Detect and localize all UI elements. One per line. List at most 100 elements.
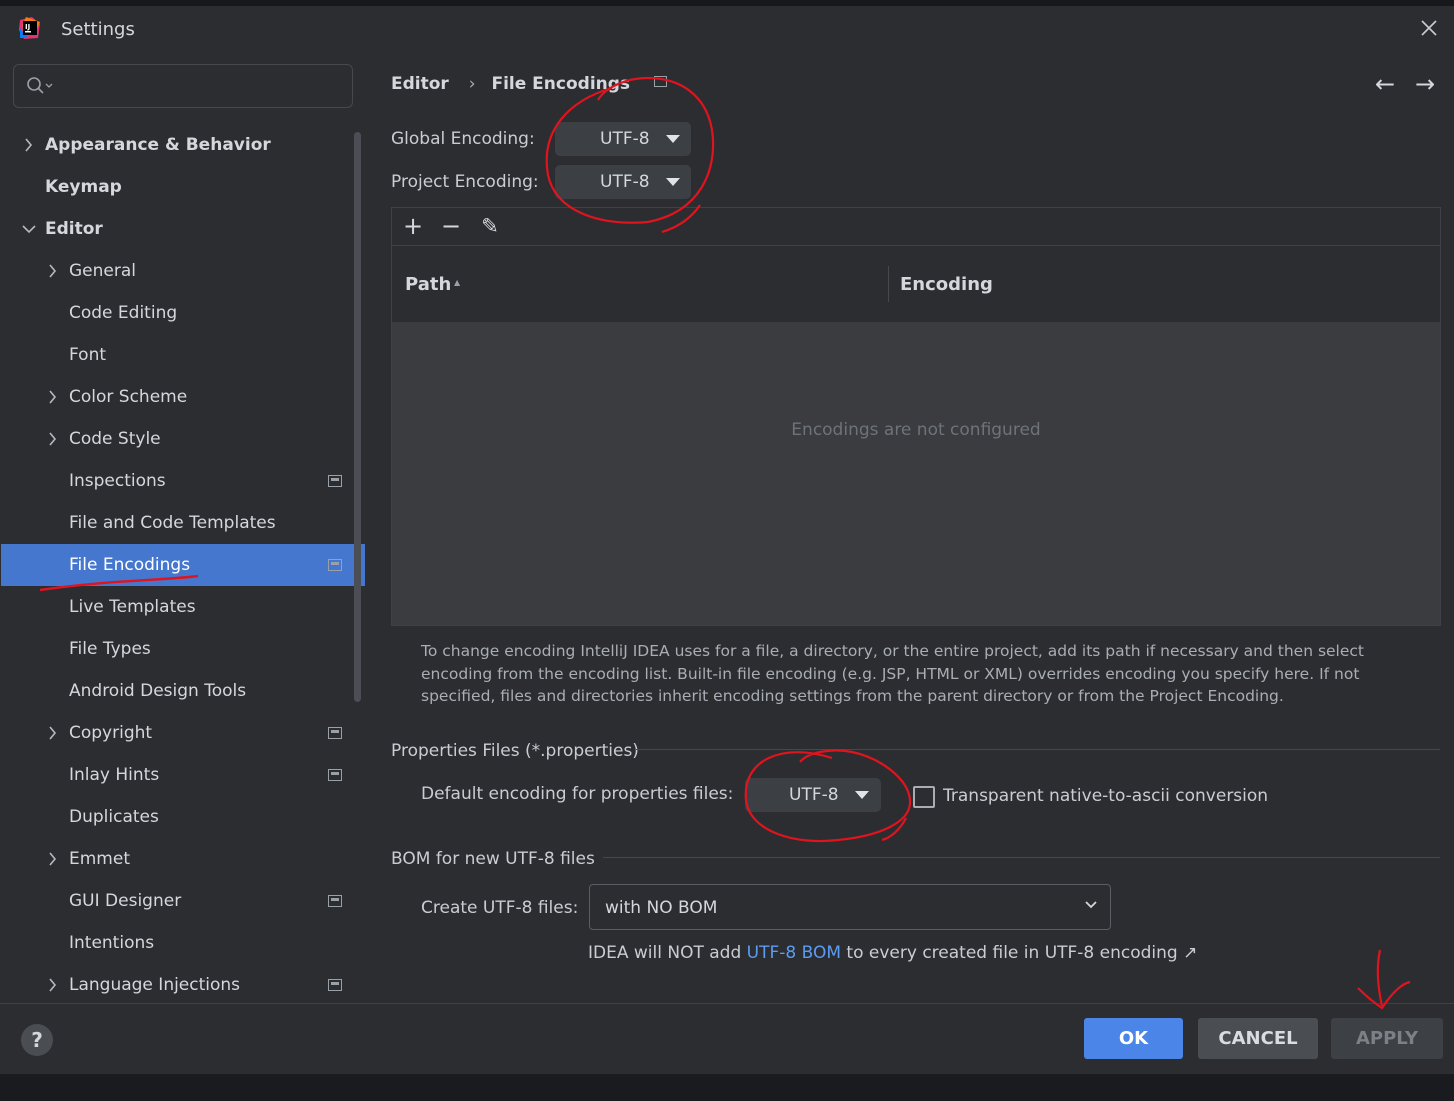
encodings-table: + − ✎ Path ▲ Encoding Encodings are not … [391,207,1441,626]
tree-item-code-style[interactable]: Code Style [0,418,366,460]
chevron-right-icon [49,390,57,404]
tree-item-file-and-code-templates[interactable]: File and Code Templates [0,502,366,544]
tree-item-label: Editor [45,219,103,239]
settings-search-field[interactable] [13,64,353,108]
create-utf8-label: Create UTF-8 files: [421,898,579,918]
tree-item-label: Copyright [69,723,153,743]
tree-item-label: Emmet [69,849,130,869]
breadcrumb-current: File Encodings [491,74,631,94]
tree-item-inlay-hints[interactable]: Inlay Hints [0,754,366,796]
cancel-button[interactable]: CANCEL [1198,1018,1318,1059]
project-scope-icon [328,895,342,907]
add-button[interactable]: + [400,213,426,239]
tree-item-label: GUI Designer [69,891,182,911]
svg-text:IJ: IJ [25,23,30,31]
combo-value: UTF-8 [600,129,650,149]
bom-note-prefix: IDEA will NOT add [588,943,747,963]
tree-item-general[interactable]: General [0,250,366,292]
close-button[interactable] [1416,15,1442,41]
footer-separator [0,1003,1454,1004]
tree-item-label: File Types [69,639,151,659]
tree-item-appearance-behavior[interactable]: Appearance & Behavior [0,124,366,166]
project-scope-icon [328,769,342,781]
dropdown-arrow-icon [666,178,680,186]
tree-item-label: Appearance & Behavior [45,135,271,155]
tree-item-editor[interactable]: Editor [0,208,366,250]
tree-item-font[interactable]: Font [0,334,366,376]
remove-button[interactable]: − [438,213,464,239]
apply-button[interactable]: APPLY [1331,1018,1443,1059]
native-to-ascii-checkbox[interactable] [913,786,935,808]
chevron-right-icon [49,264,57,278]
dropdown-arrow-icon [666,135,680,143]
forward-button[interactable]: → [1411,70,1439,98]
bom-note-suffix: to every created file in UTF-8 encoding … [841,943,1198,963]
select-value: with NO BOM [605,898,718,918]
tree-item-label: Font [69,345,107,365]
window-title: Settings [61,19,135,40]
table-toolbar: + − ✎ [392,208,1440,246]
tree-item-file-encodings[interactable]: File Encodings [1,544,365,586]
title-bar: IJ Settings [0,6,1454,48]
tree-item-label: Duplicates [69,807,159,827]
bottom-strip [0,1074,1454,1101]
tree-item-inspections[interactable]: Inspections [0,460,366,502]
project-scope-icon [328,979,342,991]
project-encoding-combo[interactable]: UTF-8 [555,165,691,199]
tree-item-emmet[interactable]: Emmet [0,838,366,880]
tree-item-language-injections[interactable]: Language Injections [0,964,366,1004]
column-header-encoding[interactable]: Encoding [900,274,993,295]
pencil-icon: ✎ [481,214,499,238]
column-divider[interactable] [888,266,889,302]
create-utf8-select[interactable]: with NO BOM [589,884,1111,930]
chevron-down-icon [1085,901,1097,909]
project-scope-icon [653,76,667,87]
tree-item-android-design-tools[interactable]: Android Design Tools [0,670,366,712]
help-button[interactable]: ? [21,1024,53,1056]
ok-button[interactable]: OK [1084,1018,1183,1059]
tree-item-label: Inlay Hints [69,765,160,785]
bom-section-title: BOM for new UTF-8 files [391,849,595,869]
tree-item-label: Intentions [69,933,155,953]
tree-item-gui-designer[interactable]: GUI Designer [0,880,366,922]
combo-value: UTF-8 [600,172,650,192]
intellij-logo-icon: IJ [19,17,40,39]
tree-item-label: Inspections [69,471,166,491]
chevron-right-icon [49,852,57,866]
tree-item-code-editing[interactable]: Code Editing [0,292,366,334]
project-scope-icon [328,727,342,739]
back-button[interactable]: ← [1371,70,1399,98]
tree-item-label: Android Design Tools [69,681,247,701]
table-header: Path ▲ Encoding [392,246,1440,322]
question-icon: ? [31,1028,43,1052]
chevron-right-icon [49,978,57,992]
chevron-right-icon [49,432,57,446]
breadcrumb: Editor › File Encodings [391,74,667,100]
tree-item-file-types[interactable]: File Types [0,628,366,670]
column-header-path[interactable]: Path [405,274,451,295]
tree-item-copyright[interactable]: Copyright [0,712,366,754]
section-separator [603,857,1440,858]
chevron-right-icon [49,726,57,740]
native-to-ascii-label[interactable]: Transparent native-to-ascii conversion [943,786,1268,806]
tree-item-label: General [69,261,136,281]
close-icon [1421,20,1437,36]
tree-item-label: Color Scheme [69,387,188,407]
tree-item-label: Code Editing [69,303,178,323]
edit-button[interactable]: ✎ [477,213,503,239]
tree-item-duplicates[interactable]: Duplicates [0,796,366,838]
bom-note: IDEA will NOT add UTF-8 BOM to every cre… [588,943,1197,963]
arrow-right-icon: → [1414,70,1436,98]
properties-encoding-combo[interactable]: UTF-8 [745,778,881,812]
tree-item-live-templates[interactable]: Live Templates [0,586,366,628]
tree-item-color-scheme[interactable]: Color Scheme [0,376,366,418]
global-encoding-combo[interactable]: UTF-8 [555,122,691,156]
sidebar-scrollbar[interactable] [354,132,361,702]
dropdown-arrow-icon [855,791,869,799]
tree-item-keymap[interactable]: Keymap [0,166,366,208]
utf8-bom-link[interactable]: UTF-8 BOM [747,943,841,963]
plus-icon: + [402,212,424,240]
breadcrumb-parent[interactable]: Editor [391,74,449,94]
project-scope-icon [328,475,342,487]
tree-item-intentions[interactable]: Intentions [0,922,366,964]
